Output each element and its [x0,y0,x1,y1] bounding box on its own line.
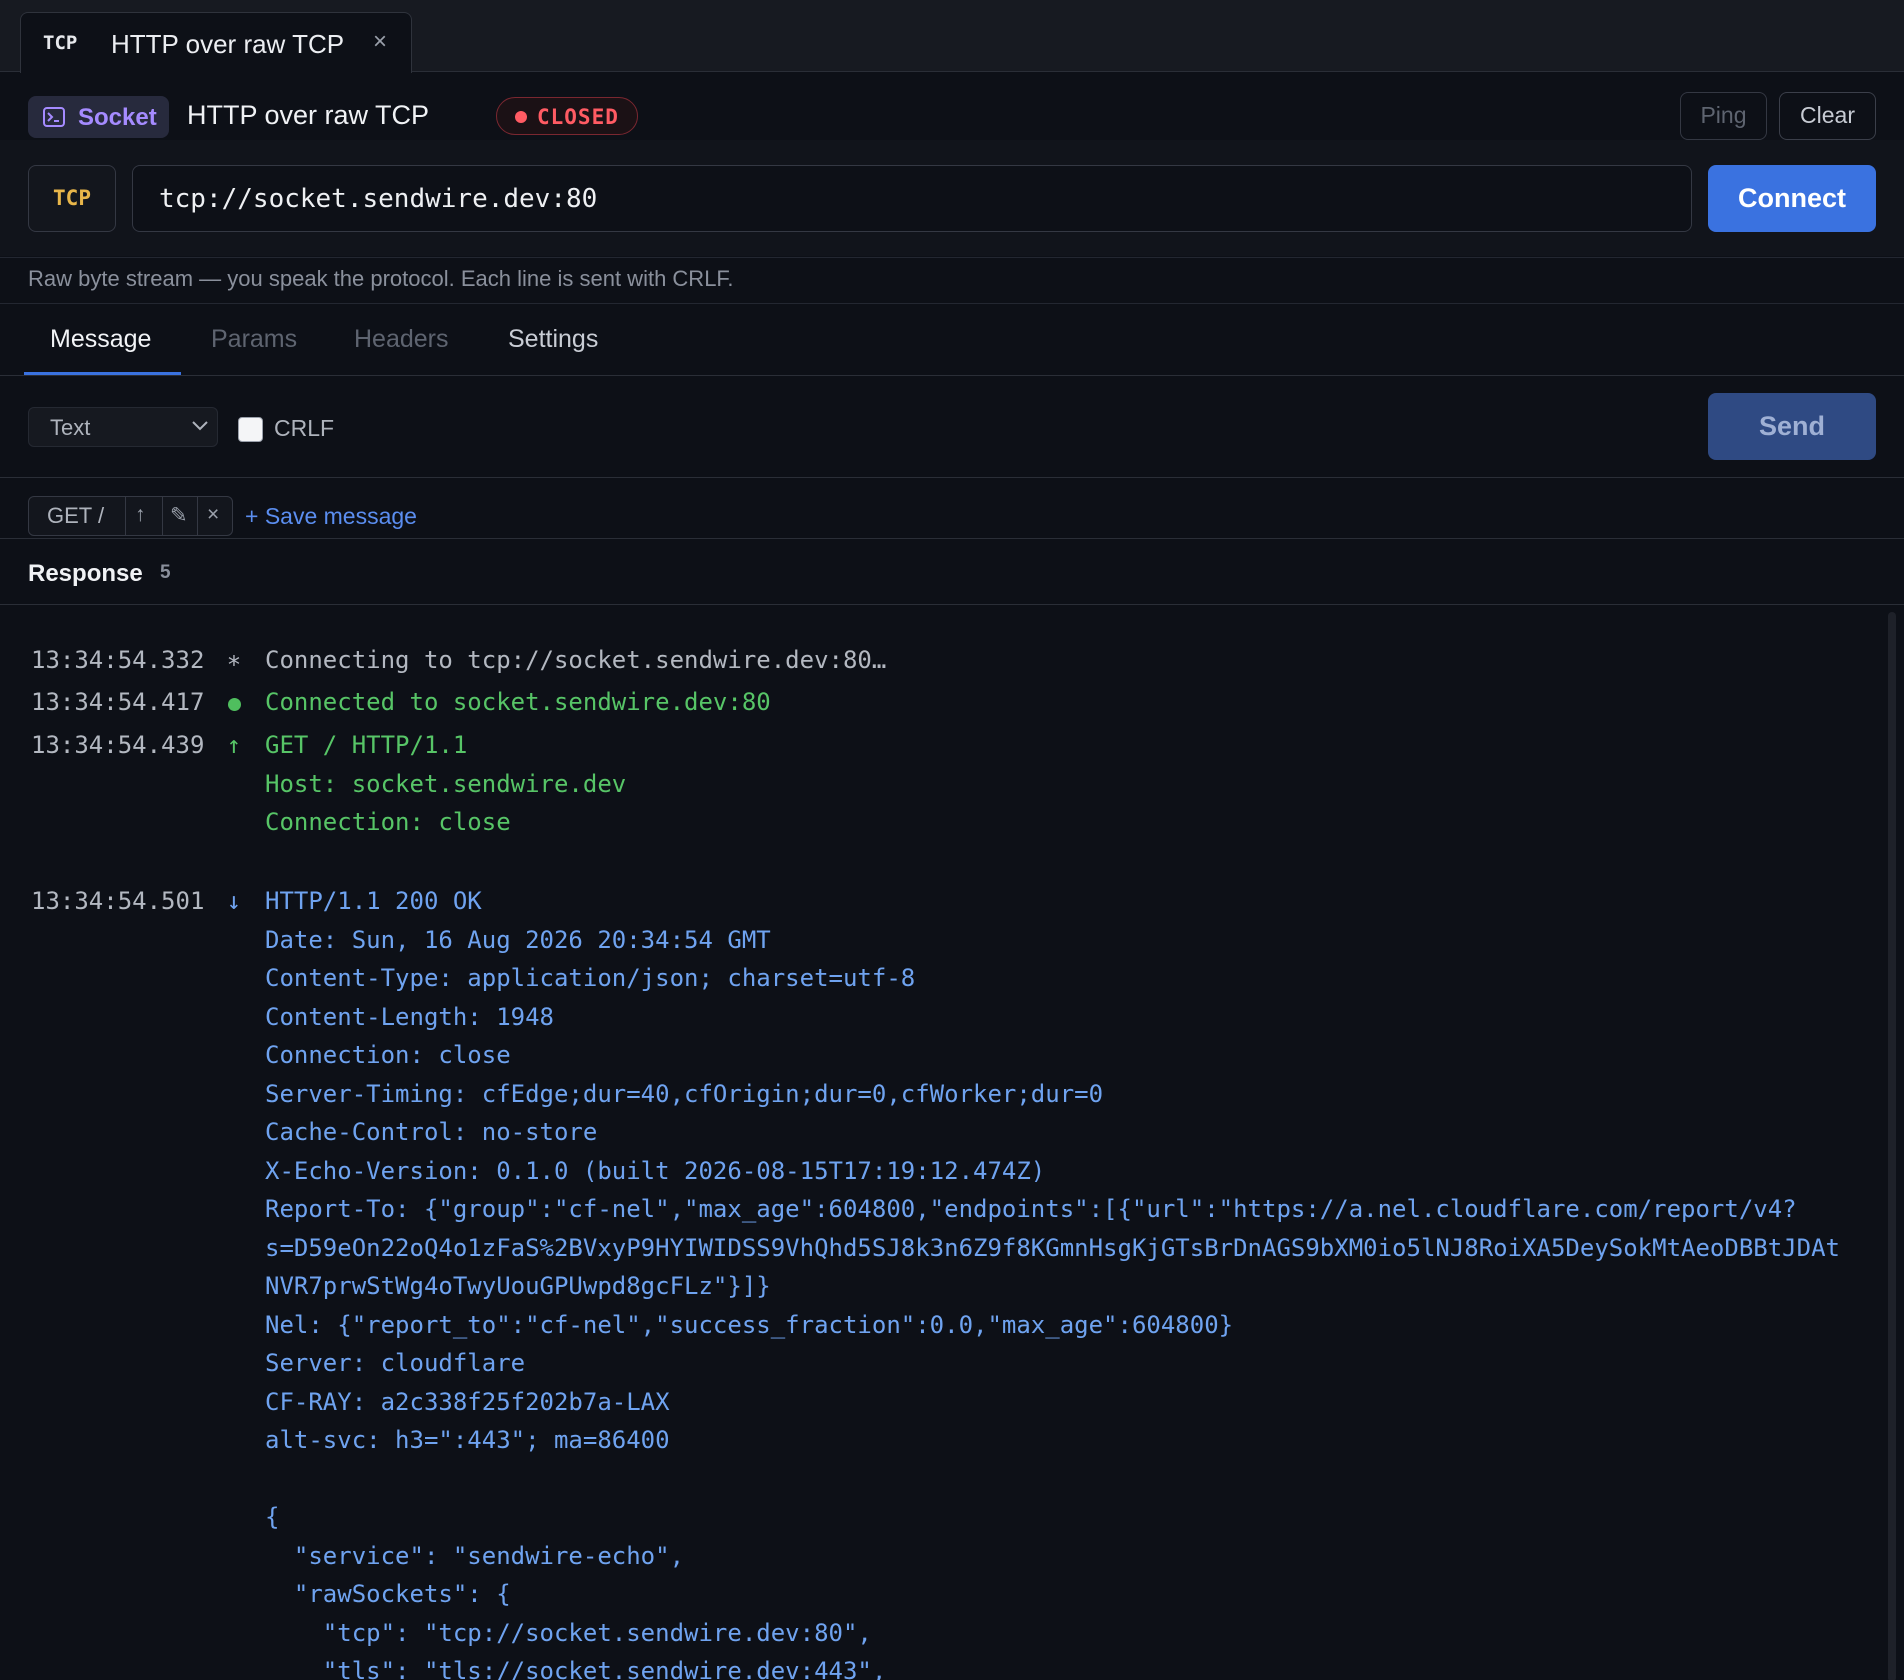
hint-text: Raw byte stream — you speak the protocol… [28,266,734,291]
log-timestamp: 13:34:54.332 [31,646,205,674]
chip-divider [162,497,163,535]
response-header: Response 5 [0,540,1904,605]
log-line: NVR7prwStWg4oTwyUouGPUwpd8gcFLz"}]} [265,1272,771,1300]
log-line: "service": "sendwire-echo", [265,1541,685,1570]
log-line: Connecting to tcp://socket.sendwire.dev:… [265,646,887,674]
arrow-down-icon: ↓ [226,887,242,915]
log-line: Connection: close [265,808,511,836]
log-line: Server-Timing: cfEdge;dur=40,cfOrigin;du… [265,1079,1104,1108]
log-line: alt-svc: h3=":443"; ma=86400 [265,1426,670,1454]
log-line: s=D59eOn22oQ4o1zFaS%2BVxyP9HYIWIDSS9VhQh… [265,1233,1840,1262]
response-count-badge: 5 [160,562,171,583]
crlf-label: CRLF [274,415,335,441]
move-up-icon[interactable]: ↑ [135,503,146,527]
active-tab-indicator [24,372,181,375]
status-badge: CLOSED [496,97,638,135]
protocol-selector[interactable]: TCP [28,165,116,232]
request-title: HTTP over raw TCP [187,100,430,130]
socket-badge-label: Socket [78,104,157,131]
log-line: Host: socket.sendwire.dev [265,769,627,798]
format-select[interactable]: Text [28,407,218,447]
message-toolbar: Text CRLF Send [0,377,1904,478]
chip-divider [197,497,198,535]
delete-icon[interactable]: × [207,503,219,527]
log-line: Date: Sun, 16 Aug 2026 20:34:54 GMT [265,925,771,954]
response-title: Response [28,560,143,587]
log-line: GET / HTTP/1.1 [265,731,468,759]
url-input[interactable] [132,165,1692,232]
tab-headers[interactable]: Headers [354,325,449,354]
log-line: Content-Length: 1948 [265,1002,554,1031]
tab-params[interactable]: Params [211,325,297,354]
protocol-hint: Raw byte stream — you speak the protocol… [0,257,1904,304]
log-line: Server: cloudflare [265,1349,526,1377]
request-tabs: Message Params Headers Settings [0,305,1904,376]
saved-messages-bar: GET / ↑ ✎ × + Save message [0,479,1904,539]
log-line: "rawSockets": { [265,1580,511,1608]
tab-message[interactable]: Message [50,325,151,354]
log-line: "tcp": "tcp://socket.sendwire.dev:80", [265,1618,872,1647]
chevron-down-icon [192,421,208,431]
clear-button[interactable]: Clear [1779,92,1876,140]
ping-button[interactable]: Ping [1680,92,1767,140]
log-line: Nel: {"report_to":"cf-nel","success_frac… [265,1310,1234,1339]
log-line: Content-Type: application/json; charset=… [265,964,916,992]
response-log[interactable]: 13:34:54.332 ∗ Connecting to tcp://socket.… [0,606,1904,1680]
asterisk-icon: ∗ [226,646,242,674]
log-line: HTTP/1.1 200 OK [265,887,482,915]
log-line: Connection: close [265,1041,511,1069]
socket-badge: Socket [28,96,169,138]
log-line: X-Echo-Version: 0.1.0 (built 2026-08-15T… [265,1156,1046,1185]
log-line: Connected to socket.sendwire.dev:80 [265,688,771,716]
status-dot-icon [515,111,527,123]
scrollbar[interactable] [1888,612,1896,1680]
connected-dot-icon [224,688,244,717]
crlf-checkbox[interactable] [238,417,263,442]
close-tab-icon[interactable]: × [373,28,387,56]
log-line: Report-To: {"group":"cf-nel","max_age":6… [265,1195,1797,1223]
document-tab[interactable]: TCP HTTP over raw TCP × [20,12,412,73]
save-message-link[interactable]: + Save message [245,503,417,530]
log-timestamp: 13:34:54.501 [31,887,205,915]
tab-strip: TCP HTTP over raw TCP × [0,0,1904,73]
tab-title: HTTP over raw TCP [111,29,345,59]
log-timestamp: 13:34:54.417 [31,688,205,716]
log-line: Cache-Control: no-store [265,1118,598,1146]
url-bar: TCP Connect [0,140,1904,256]
log-line: { [265,1503,280,1531]
request-header: Socket HTTP over raw TCP CLOSED Ping Cle… [0,73,1904,140]
saved-message-name[interactable]: GET / [47,503,104,529]
send-button[interactable]: Send [1708,393,1876,460]
status-text: CLOSED [537,105,619,129]
connect-button[interactable]: Connect [1708,165,1876,232]
log-line: "tls": "tls://socket.sendwire.dev:443", [265,1657,887,1680]
arrow-up-icon: ↑ [226,731,242,759]
tab-settings[interactable]: Settings [508,325,598,354]
chip-divider [125,497,126,535]
edit-icon[interactable]: ✎ [170,503,188,528]
tab-protocol-label: TCP [43,32,78,54]
log-timestamp: 13:34:54.439 [31,731,205,759]
format-select-value: Text [50,415,91,440]
terminal-icon [43,107,65,127]
saved-message-chip[interactable]: GET / ↑ ✎ × [28,496,233,536]
log-line: CF-RAY: a2c338f25f202b7a-LAX [265,1387,670,1416]
